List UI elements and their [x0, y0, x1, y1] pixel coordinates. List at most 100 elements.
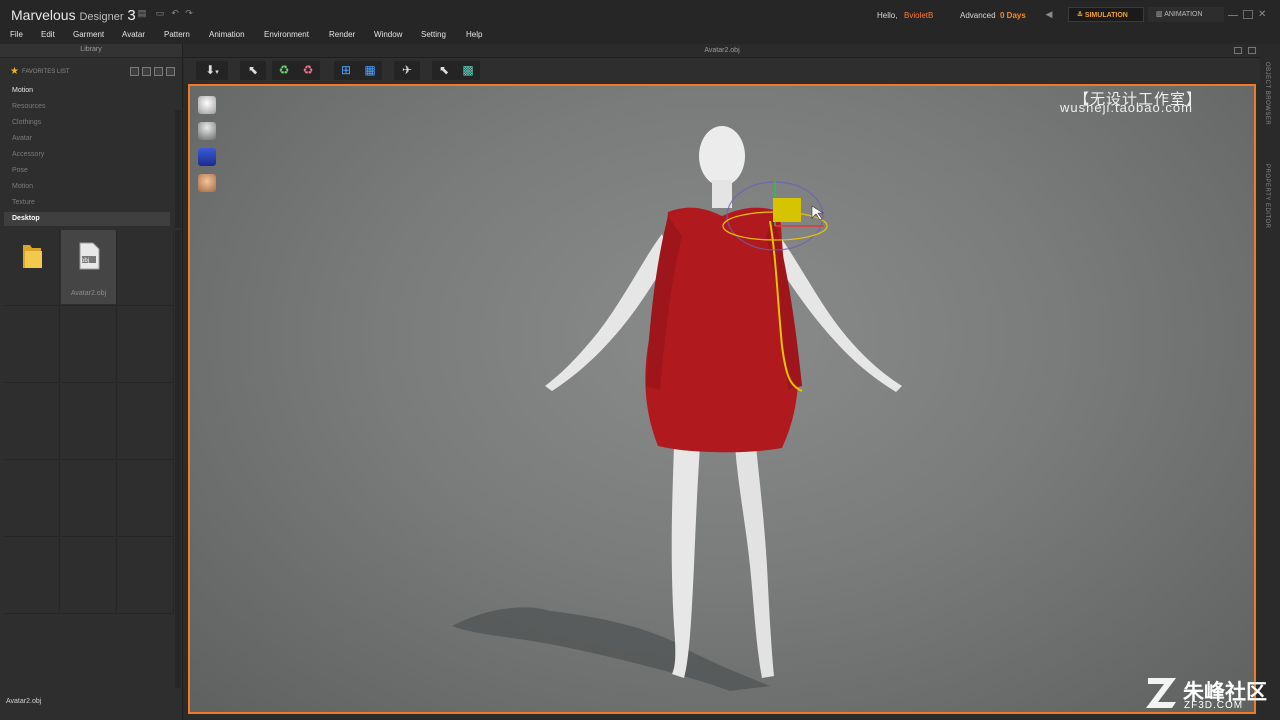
star-icon: ★ [10, 66, 19, 77]
library-item-texture[interactable]: Texture [4, 196, 170, 210]
close-button[interactable]: ✕ [1258, 10, 1268, 20]
obj-file-icon [79, 242, 100, 270]
status-file-path: Avatar2.obj [6, 698, 42, 705]
grid-cell [118, 538, 174, 614]
simulation-mode-button[interactable]: ≚ SIMULATION [1068, 7, 1144, 22]
menu-window[interactable]: Window [374, 30, 402, 39]
list-view-icon[interactable] [166, 67, 175, 76]
grid-cell [61, 384, 117, 460]
library-header: Library [0, 44, 182, 58]
viewport-toolbar: ⬇▾ ⬉ ♻ ♻ ⊞ ▦ ✈ ⬉ ▩ [184, 58, 1260, 83]
animation-label: ANIMATION [1164, 11, 1203, 18]
avatar-right-leg [735, 446, 774, 678]
menu-file[interactable]: File [10, 30, 23, 39]
grid-cell [4, 384, 60, 460]
undo-icon[interactable]: ↶ [170, 9, 180, 18]
library-item-desktop[interactable]: Desktop [4, 212, 170, 226]
simulate-garment-tool[interactable]: ♻ [272, 61, 296, 80]
grid-cell [4, 307, 60, 383]
title-bar: Marvelous Designer 3 ▤ ▭ ↶ ↷ Hello, Bvio… [0, 0, 1280, 27]
open-folder-icon[interactable]: ▭ [155, 9, 165, 18]
show-avatar-tool[interactable]: ⊞ [334, 61, 358, 80]
grid-cell [4, 538, 60, 614]
gizmo-plane-handle[interactable] [773, 198, 801, 222]
collapse-arrow-icon[interactable]: ◀ [1044, 10, 1054, 19]
community-logo-domain: ZF3D.COM [1184, 700, 1244, 711]
license-type: Advanced [960, 11, 996, 20]
menu-environment[interactable]: Environment [264, 30, 309, 39]
avatar-neck [712, 180, 732, 208]
grid-cell [118, 230, 174, 306]
app-title: Marvelous Designer 3 [11, 7, 136, 24]
menu-render[interactable]: Render [329, 30, 355, 39]
app-title-version: 3 [127, 7, 136, 24]
avatar-head [699, 126, 745, 186]
maximize-button[interactable] [1243, 10, 1253, 19]
app-title-sub: Designer [79, 11, 124, 23]
menu-setting[interactable]: Setting [421, 30, 446, 39]
show-garment-tool[interactable]: ▦ [358, 61, 382, 80]
menu-garment[interactable]: Garment [73, 30, 104, 39]
license-days: 0 Days [1000, 11, 1026, 20]
favorites-row: ★ FAVORITES LIST [0, 64, 183, 80]
menu-edit[interactable]: Edit [41, 30, 55, 39]
3d-viewport[interactable]: 【无设计工作室】 wusheji.taobao.com [188, 84, 1256, 714]
animation-mode-button[interactable]: ▥ ANIMATION [1148, 7, 1224, 22]
garment-fit-tool[interactable]: ♻ [296, 61, 320, 80]
grid-cell [118, 461, 174, 537]
simulation-label: SIMULATION [1084, 12, 1128, 19]
file-label: Avatar2.obj [70, 290, 107, 297]
library-item-clothings[interactable]: Clothings [4, 116, 170, 130]
redo-icon[interactable]: ↷ [184, 9, 194, 18]
favorites-label: FAVORITES LIST [22, 69, 70, 75]
minimize-button[interactable] [1228, 10, 1238, 16]
tab-property-editor[interactable]: PROPERTY EDITOR [1264, 164, 1270, 229]
add-favorite-icon[interactable] [142, 67, 151, 76]
library-list-scrollbar[interactable] [175, 110, 181, 228]
refresh-icon[interactable] [130, 67, 139, 76]
file-browser-scrollbar[interactable] [175, 230, 181, 688]
save-icon[interactable]: ▤ [137, 9, 147, 18]
viewport-title: Avatar2.obj [704, 47, 740, 54]
grid-cell [61, 307, 117, 383]
menu-avatar[interactable]: Avatar [122, 30, 145, 39]
edit-favorite-icon[interactable] [154, 67, 163, 76]
app-title-main: Marvelous [11, 7, 76, 23]
import-dropdown-button[interactable]: ⬇▾ [196, 61, 228, 80]
tab-object-browser[interactable]: OBJECT BROWSER [1264, 62, 1270, 125]
username-link[interactable]: BvioletB [904, 11, 933, 20]
grid-cell [61, 461, 117, 537]
library-item-avatar[interactable]: Avatar [4, 132, 170, 146]
pose-motion-tool[interactable]: ✈ [394, 61, 420, 80]
animation-icon: ▥ [1156, 11, 1165, 18]
file-browser: obj Avatar2.obj [4, 230, 174, 686]
grid-cell [61, 538, 117, 614]
folder-icon [23, 245, 42, 268]
menu-help[interactable]: Help [466, 30, 482, 39]
viewport-title-bar: Avatar2.obj [184, 44, 1260, 58]
simulation-icon: ≚ [1077, 12, 1085, 19]
right-tab-strip: OBJECT BROWSER PROPERTY EDITOR [1260, 44, 1280, 720]
fix-pin-tool[interactable]: ▩ [456, 61, 480, 80]
menu-animation[interactable]: Animation [209, 30, 245, 39]
file-tile-avatar2[interactable]: obj Avatar2.obj [61, 230, 116, 304]
library-item-pose[interactable]: Pose [4, 164, 170, 178]
menu-pattern[interactable]: Pattern [164, 30, 190, 39]
library-item-accessory[interactable]: Accessory [4, 148, 170, 162]
grid-cell [4, 461, 60, 537]
library-panel: Library ★ FAVORITES LIST Motion Resource… [0, 44, 183, 720]
select-mesh-tool[interactable]: ⬉ [432, 61, 456, 80]
avatar-left-leg [671, 446, 700, 678]
community-logo-z [1146, 678, 1176, 708]
library-item-resources[interactable]: Resources [4, 100, 170, 114]
viewport-popout-icon[interactable] [1234, 47, 1242, 54]
greeting-text: Hello, [877, 11, 898, 20]
avatar-scene [452, 126, 902, 691]
avatar-shadow [452, 607, 770, 691]
library-item-motion[interactable]: Motion [4, 84, 170, 98]
select-move-tool[interactable]: ⬉ [240, 61, 266, 80]
folder-tile[interactable] [4, 230, 59, 304]
library-item-motion-2[interactable]: Motion [4, 180, 170, 194]
menu-bar: File Edit Garment Avatar Pattern Animati… [0, 27, 1280, 44]
viewport-maximize-icon[interactable] [1248, 47, 1256, 54]
